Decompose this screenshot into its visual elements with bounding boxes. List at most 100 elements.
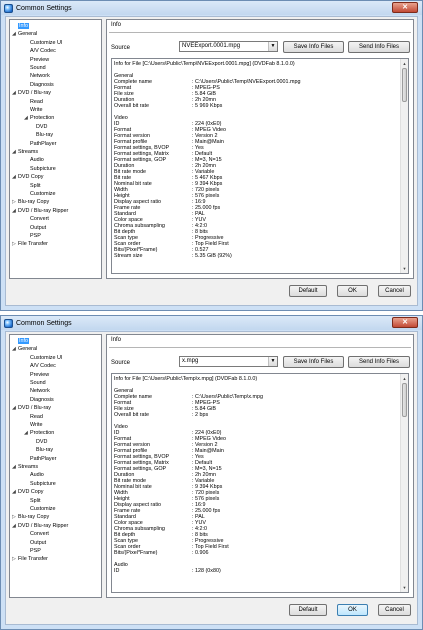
title-bar[interactable]: Common Settings ✕ xyxy=(1,1,422,15)
settings-tree[interactable]: Info ◢ General Customize UI A/V Codec Preview… xyxy=(9,19,102,279)
tree-item[interactable]: PathPlayer xyxy=(24,455,56,463)
tree-item[interactable]: Subpicture xyxy=(24,480,56,488)
tree-item-label: Preview xyxy=(30,371,50,378)
tree-item[interactable]: Blu-ray xyxy=(30,446,53,454)
save-info-files-button[interactable]: Save Info Files xyxy=(283,356,344,368)
info-panel: Info Source x.mpg ▼ Save Info Files Send Info… xyxy=(106,334,414,598)
chevron-down-icon[interactable]: ▼ xyxy=(268,357,277,366)
tree-item[interactable]: Preview xyxy=(24,56,49,64)
panel-title: Info xyxy=(111,22,122,28)
tree-item[interactable]: Write xyxy=(24,106,42,114)
tree-item[interactable]: ◢ DVD / Blu-ray xyxy=(12,89,51,97)
scroll-thumb[interactable] xyxy=(402,383,407,417)
tree-item[interactable]: ◢ DVD / Blu-ray Ripper xyxy=(12,207,68,215)
tree-item-label: Info xyxy=(18,338,29,344)
vertical-scrollbar[interactable]: ▲ ▼ xyxy=(400,59,408,273)
tree-item-label: Streams xyxy=(18,149,39,155)
settings-tree[interactable]: Info ◢ General Customize UI A/V Codec Preview… xyxy=(9,334,102,598)
tree-item[interactable]: Customize xyxy=(24,505,55,513)
tree-item-label: General xyxy=(18,346,38,353)
tree-item[interactable]: Sound xyxy=(24,64,46,72)
scroll-thumb[interactable] xyxy=(402,68,407,102)
tree-item[interactable]: A/V Codec xyxy=(24,362,56,370)
tree-item-label: DVD / Blu-ray xyxy=(18,90,51,97)
tree-item[interactable]: ▷ File Transfer xyxy=(12,555,48,563)
tree-item[interactable]: Blu-ray xyxy=(30,131,53,139)
tree-item[interactable]: ◢ DVD Copy xyxy=(12,488,43,496)
tree-item[interactable]: DVD xyxy=(30,123,47,131)
tree-item[interactable]: ◢ DVD / Blu-ray Ripper xyxy=(12,522,68,530)
tree-item[interactable]: ▷ Blu-ray Copy xyxy=(12,513,49,521)
tree-item[interactable]: Customize UI xyxy=(24,354,62,362)
tree-item[interactable]: ◢ DVD / Blu-ray xyxy=(12,404,51,412)
tree-item-label: Network xyxy=(30,73,50,80)
tree-item[interactable]: Output xyxy=(24,539,46,547)
tree-item[interactable]: ◢ Streams xyxy=(12,148,38,156)
tree-item[interactable]: PathPlayer xyxy=(24,140,56,148)
tree-item[interactable]: ◢ Protection xyxy=(24,429,54,437)
send-info-files-button[interactable]: Send Info Files xyxy=(348,356,410,368)
tree-item[interactable]: Audio xyxy=(24,471,44,479)
tree-item[interactable]: ▷ File Transfer xyxy=(12,240,48,248)
default-button[interactable]: Default xyxy=(289,604,327,616)
tree-item-label: PathPlayer xyxy=(30,455,57,462)
tree-item[interactable]: Read xyxy=(24,98,43,106)
scroll-down-icon[interactable]: ▼ xyxy=(401,584,408,591)
tree-item[interactable]: ▷ Blu-ray Copy xyxy=(12,198,49,206)
chevron-down-icon[interactable]: ▼ xyxy=(268,42,277,51)
tree-item[interactable]: Write xyxy=(24,421,42,429)
source-select[interactable]: x.mpg ▼ xyxy=(179,356,278,367)
info-textbox[interactable]: Info for File [C:\Users\Public\Temp\x.mp… xyxy=(111,373,409,593)
scroll-up-icon[interactable]: ▲ xyxy=(401,60,408,67)
tree-item[interactable]: PSP xyxy=(24,232,41,240)
tree-item[interactable]: Network xyxy=(24,72,50,80)
tree-item[interactable]: Network xyxy=(24,387,50,395)
tree-item[interactable]: Info xyxy=(12,22,29,30)
cancel-button[interactable]: Cancel xyxy=(378,285,411,297)
panel-title: Info xyxy=(111,337,122,343)
source-select[interactable]: NVEExport.0001.mpg ▼ xyxy=(179,41,278,52)
default-button[interactable]: Default xyxy=(289,285,327,297)
info-row: Stream size: 5.35 GiB (92%) xyxy=(114,253,398,259)
tree-item[interactable]: Read xyxy=(24,413,43,421)
tree-item[interactable]: Output xyxy=(24,224,46,232)
tree-item[interactable]: Customize UI xyxy=(24,39,62,47)
info-textbox[interactable]: Info for File [C:\Users\Public\Temp\NVEE… xyxy=(111,58,409,274)
info-value: : 5 969 Kbps xyxy=(192,103,223,109)
tree-item[interactable]: ◢ General xyxy=(12,30,37,38)
send-info-files-button[interactable]: Send Info Files xyxy=(348,41,410,53)
tree-item[interactable]: ◢ Protection xyxy=(24,114,54,122)
tree-item[interactable]: DVD xyxy=(30,438,47,446)
tree-item[interactable]: Diagnosis xyxy=(24,81,54,89)
tree-item[interactable]: Convert xyxy=(24,215,49,223)
tree-item[interactable]: Subpicture xyxy=(24,165,56,173)
close-button[interactable]: ✕ xyxy=(392,2,418,13)
tree-item[interactable]: Diagnosis xyxy=(24,396,54,404)
cancel-button[interactable]: Cancel xyxy=(378,604,411,616)
tree-item[interactable]: PSP xyxy=(24,547,41,555)
tree-item[interactable]: Convert xyxy=(24,530,49,538)
tree-item[interactable]: Audio xyxy=(24,156,44,164)
title-bar[interactable]: Common Settings ✕ xyxy=(1,316,422,330)
tree-item[interactable]: Info xyxy=(12,337,29,345)
tree-item[interactable]: Sound xyxy=(24,379,46,387)
tree-item[interactable]: Customize xyxy=(24,190,55,198)
tree-item-label: Network xyxy=(30,388,50,395)
tree-item[interactable]: ◢ DVD Copy xyxy=(12,173,43,181)
tree-item[interactable]: Preview xyxy=(24,371,49,379)
tree-item-label: Audio xyxy=(30,472,44,479)
save-info-files-button[interactable]: Save Info Files xyxy=(283,41,344,53)
ok-button[interactable]: OK xyxy=(337,285,368,297)
ok-button[interactable]: OK xyxy=(337,604,368,616)
scroll-up-icon[interactable]: ▲ xyxy=(401,375,408,382)
tree-item[interactable]: A/V Codec xyxy=(24,47,56,55)
tree-item-label: Convert xyxy=(30,216,49,223)
tree-item[interactable]: Split xyxy=(24,182,41,190)
vertical-scrollbar[interactable]: ▲ ▼ xyxy=(400,374,408,592)
scroll-down-icon[interactable]: ▼ xyxy=(401,265,408,272)
close-button[interactable]: ✕ xyxy=(392,317,418,328)
tree-item-label: Convert xyxy=(30,531,49,538)
tree-item[interactable]: ◢ Streams xyxy=(12,463,38,471)
tree-item[interactable]: Split xyxy=(24,497,41,505)
tree-item[interactable]: ◢ General xyxy=(12,345,37,353)
